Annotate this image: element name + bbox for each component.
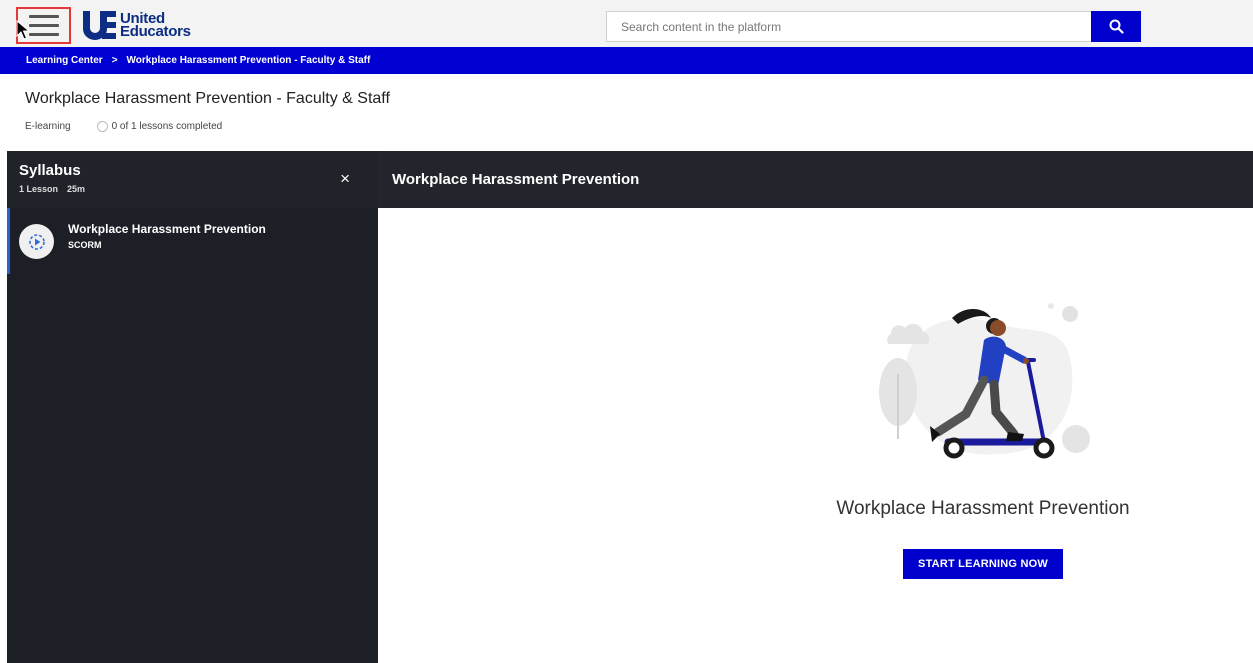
menu-line: [28, 15, 59, 18]
play-circle-icon: [19, 224, 54, 259]
breadcrumb: Learning Center > Workplace Harassment P…: [0, 47, 1253, 74]
breadcrumb-learning-center[interactable]: Learning Center: [26, 55, 103, 66]
syllabus-sidebar: Syllabus 1 Lesson 25m × Workplace Harassm…: [7, 151, 378, 663]
woman-on-scooter-illustration: [879, 303, 1090, 459]
course-type: E-learning: [25, 121, 71, 132]
search-icon: [1109, 19, 1124, 34]
course-duration: 25m: [67, 184, 86, 194]
course-progress: 0 of 1 lessons completed: [111, 121, 223, 132]
search-button[interactable]: [1091, 11, 1141, 42]
content-header: Workplace Harassment Prevention: [378, 151, 1253, 208]
mouse-cursor-icon: [16, 20, 30, 40]
lesson-item[interactable]: Workplace Harassment Prevention SCORM: [7, 208, 378, 274]
syllabus-header: Syllabus 1 Lesson 25m ×: [7, 151, 378, 208]
hero-title: Workplace Harassment Prevention: [836, 498, 1130, 519]
lesson-title: Workplace Harassment Prevention: [68, 222, 266, 236]
logo-text: United Educators: [120, 11, 191, 40]
close-syllabus-button[interactable]: ×: [340, 170, 350, 187]
syllabus-meta: 1 Lesson 25m: [19, 184, 85, 194]
breadcrumb-current-course[interactable]: Workplace Harassment Prevention - Facult…: [127, 55, 371, 66]
page-title: Workplace Harassment Prevention - Facult…: [25, 90, 390, 107]
lesson-count: 1 Lesson: [19, 184, 59, 194]
menu-line: [28, 33, 59, 36]
ue-logo-mark-icon: [82, 10, 116, 40]
logo-line2: Educators: [120, 23, 191, 40]
course-meta: E-learning 0 of 1 lessons completed: [25, 121, 222, 132]
progress-circle-icon: [96, 121, 108, 132]
search-bar: [606, 11, 1141, 42]
united-educators-logo[interactable]: United Educators: [82, 10, 191, 40]
top-bar: United Educators: [0, 0, 1253, 47]
search-input[interactable]: [607, 12, 1087, 41]
breadcrumb-separator: >: [111, 55, 118, 66]
syllabus-title: Syllabus: [19, 162, 81, 179]
start-learning-button[interactable]: START LEARNING NOW: [903, 549, 1063, 579]
menu-line: [28, 24, 59, 27]
lesson-type: SCORM: [68, 240, 102, 250]
content-header-title: Workplace Harassment Prevention: [392, 171, 640, 188]
